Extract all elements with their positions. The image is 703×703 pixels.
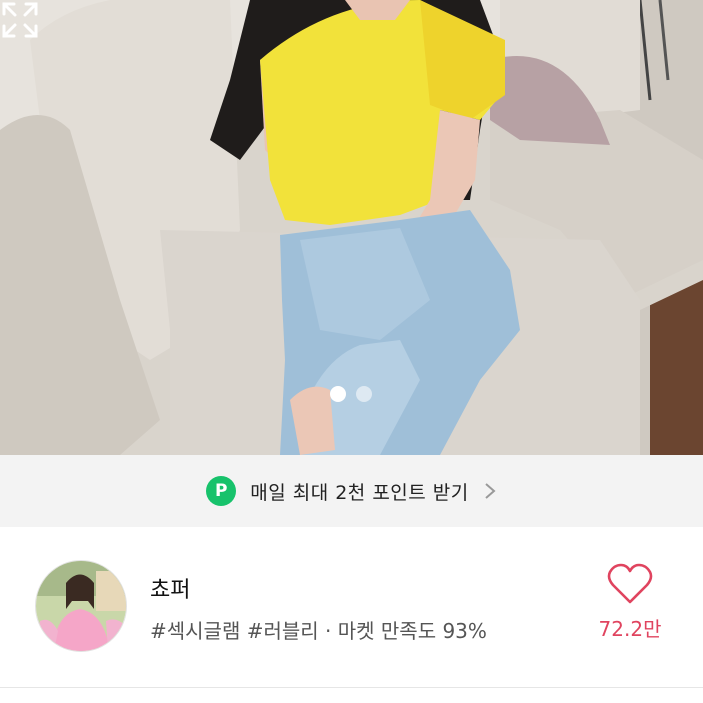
shop-tags: #섹시글램 #러블리 · 마켓 만족도 93% bbox=[150, 619, 487, 643]
divider bbox=[0, 687, 703, 688]
shop-avatar-image bbox=[36, 561, 126, 651]
carousel-dot[interactable] bbox=[356, 386, 372, 402]
points-badge-icon: P bbox=[206, 476, 237, 506]
chevron-right-icon bbox=[485, 483, 496, 499]
daily-points-banner[interactable]: P 매일 최대 2천 포인트 받기 bbox=[0, 455, 703, 527]
like-count: 72.2만 bbox=[598, 617, 662, 641]
shop-info-row[interactable]: 쵸퍼 #섹시글램 #러블리 · 마켓 만족도 93% 72.2만 bbox=[0, 527, 703, 687]
carousel-dot-active[interactable] bbox=[330, 386, 346, 402]
carousel-dots bbox=[330, 386, 372, 402]
heart-icon[interactable] bbox=[607, 563, 653, 605]
shop-avatar[interactable] bbox=[35, 560, 127, 652]
like-button[interactable]: 72.2만 bbox=[590, 563, 670, 653]
fullscreen-expand-icon[interactable] bbox=[0, 0, 40, 40]
shop-name[interactable]: 쵸퍼 bbox=[150, 572, 190, 604]
product-image[interactable] bbox=[0, 0, 703, 455]
points-banner-text: 매일 최대 2천 포인트 받기 bbox=[250, 481, 469, 504]
